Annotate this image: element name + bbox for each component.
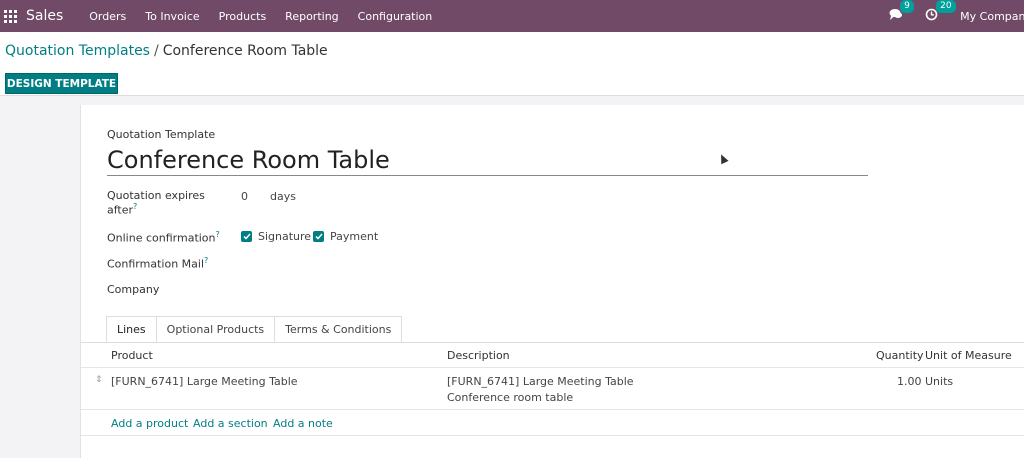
menu-item-to-invoice[interactable]: To Invoice [145, 10, 199, 23]
template-name-input[interactable]: Conference Room Table [107, 145, 868, 176]
form-sheet: Quotation Template Conference Room Table… [80, 105, 1024, 458]
tabs-divider [81, 342, 1024, 343]
expires-label-line1: Quotation expires [107, 189, 205, 202]
breadcrumb-parent-link[interactable]: Quotation Templates [5, 43, 150, 59]
menu-item-products[interactable]: Products [219, 10, 267, 23]
row-description-line1[interactable]: [FURN_6741] Large Meeting Table [447, 375, 634, 388]
drag-handle-icon[interactable]: ⇕ [95, 375, 103, 385]
systray: 9 20 My Company [889, 0, 1024, 32]
company-label: Company [107, 283, 160, 296]
payment-label: Payment [330, 230, 379, 243]
app-name[interactable]: Sales [26, 8, 63, 24]
menu-item-reporting[interactable]: Reporting [285, 10, 338, 23]
header-divider [81, 367, 1024, 368]
breadcrumb: Quotation Templates / Conference Room Tabl… [5, 43, 328, 59]
col-header-quantity[interactable]: Quantity [876, 349, 924, 362]
breadcrumb-current: Conference Room Table [162, 43, 328, 59]
activities-button[interactable]: 20 [925, 0, 956, 24]
add-section-link[interactable]: Add a section [193, 417, 268, 430]
col-header-description[interactable]: Description [447, 349, 510, 362]
confirmation-mail-text: Confirmation Mail [107, 257, 205, 271]
menu-item-orders[interactable]: Orders [89, 10, 126, 23]
checkbox-checked-icon [313, 231, 324, 242]
footer-divider [81, 435, 1024, 436]
row-uom[interactable]: Units [925, 375, 953, 388]
company-switcher[interactable]: My Company [960, 10, 1024, 23]
activities-count-badge: 20 [936, 0, 956, 13]
top-navbar: Sales Orders To Invoice Products Reporti… [0, 0, 1024, 32]
control-panel: Quotation Templates / Conference Room Tabl… [0, 32, 1024, 96]
row-divider [81, 409, 1024, 410]
tab-optional-products[interactable]: Optional Products [155, 316, 276, 342]
expires-label-line2: after [107, 203, 134, 217]
menu-item-configuration[interactable]: Configuration [358, 10, 433, 23]
signature-label: Signature [258, 230, 312, 243]
breadcrumb-separator: / [153, 43, 159, 59]
expires-label: Quotation expires after? [107, 189, 205, 217]
online-confirmation-text: Online confirmation [107, 231, 216, 245]
expires-days-input[interactable]: 0 [241, 190, 248, 203]
template-section-label: Quotation Template [107, 128, 216, 141]
messages-button[interactable]: 9 [889, 0, 914, 24]
notebook-tabs: Lines Optional Products Terms & Conditio… [106, 316, 403, 342]
signature-checkbox[interactable]: Signature [241, 230, 311, 243]
design-template-button[interactable]: DESIGN TEMPLATE [5, 73, 118, 94]
row-quantity[interactable]: 1.00 [897, 375, 922, 388]
row-product[interactable]: [FURN_6741] Large Meeting Table [111, 375, 298, 388]
checkbox-checked-icon [241, 231, 252, 242]
col-header-product[interactable]: Product [111, 349, 153, 362]
online-confirmation-label: Online confirmation? [107, 230, 220, 245]
online-confirmation-help-icon[interactable]: ? [216, 230, 220, 239]
col-header-uom[interactable]: Unit of Measure [925, 349, 1012, 362]
tab-terms-conditions[interactable]: Terms & Conditions [274, 316, 403, 342]
add-product-link[interactable]: Add a product [111, 417, 188, 430]
expires-help-icon[interactable]: ? [133, 202, 137, 211]
messages-count-badge: 9 [900, 0, 914, 13]
apps-menu-icon[interactable] [4, 9, 18, 23]
expires-unit: days [270, 190, 296, 203]
confirmation-mail-help-icon[interactable]: ? [204, 256, 208, 265]
confirmation-mail-label: Confirmation Mail? [107, 256, 208, 271]
row-description-line2[interactable]: Conference room table [447, 391, 573, 404]
add-note-link[interactable]: Add a note [273, 417, 333, 430]
payment-checkbox[interactable]: Payment [313, 230, 378, 243]
tab-lines[interactable]: Lines [106, 316, 157, 342]
